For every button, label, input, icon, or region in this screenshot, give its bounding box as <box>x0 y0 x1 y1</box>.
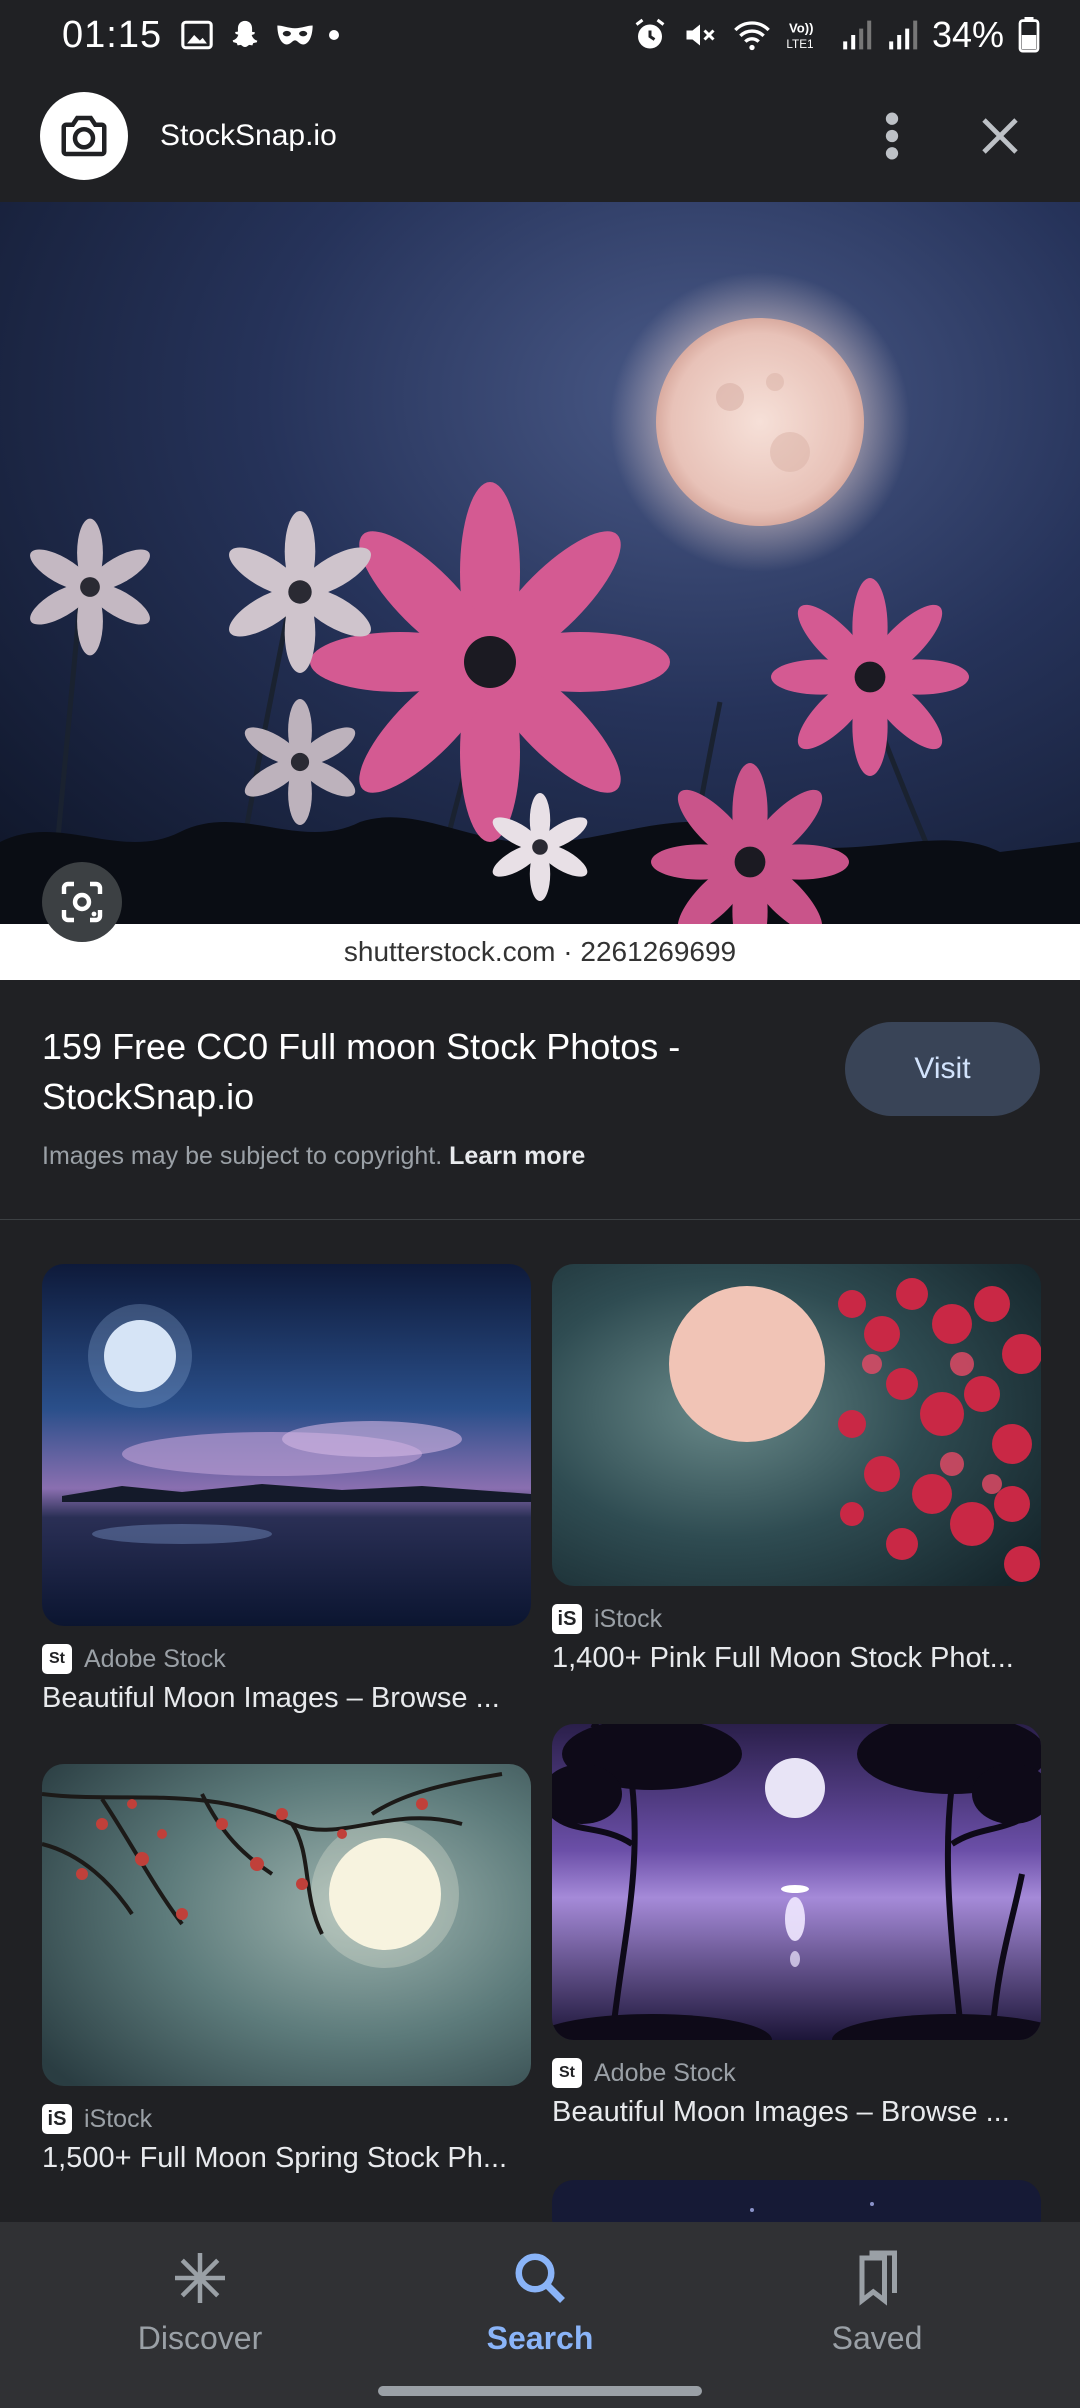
asterisk-icon <box>175 2253 225 2303</box>
result-thumbnail <box>552 1264 1041 1586</box>
battery-icon <box>1018 17 1040 53</box>
bottom-navigation: Discover Search Saved <box>0 2222 1080 2408</box>
result-card[interactable]: iS iStock 1,400+ Pink Full Moon Stock Ph… <box>552 1264 1041 1675</box>
result-card[interactable]: iS iStock 1,500+ Full Moon Spring Stock … <box>42 1764 531 2175</box>
nav-saved[interactable]: Saved <box>767 2248 987 2357</box>
wifi-icon <box>734 21 770 51</box>
learn-more-link[interactable]: Learn more <box>449 1142 585 1170</box>
status-system-icons: Vo)) LTE1 34% <box>632 14 1040 56</box>
result-source-name: Adobe Stock <box>84 1644 226 1673</box>
result-card-title[interactable]: Beautiful Moon Images – Browse ... <box>552 2096 1041 2129</box>
watermark-text: shutterstock.com · 2261269699 <box>343 936 737 967</box>
result-source-name: iStock <box>594 1604 663 1633</box>
signal-icon-1 <box>843 20 872 50</box>
bookmarks-icon <box>859 2250 897 2306</box>
result-thumbnail <box>552 2180 1041 2222</box>
adobe-stock-logo-icon: St <box>552 2058 582 2088</box>
result-source-name: iStock <box>84 2104 153 2133</box>
result-thumbnail <box>552 1724 1041 2040</box>
copyright-notice: Images may be subject to copyright. Lear… <box>42 1142 585 1171</box>
dot-icon <box>329 30 340 40</box>
result-info: 159 Free CC0 Full moon Stock Photos - St… <box>0 980 1080 1220</box>
lens-icon <box>61 881 103 923</box>
result-source: iS iStock <box>42 2104 531 2134</box>
volte-icon: Vo)) LTE1 <box>786 20 813 51</box>
svg-text:Vo)): Vo)) <box>789 20 813 35</box>
gallery-icon <box>181 20 213 50</box>
result-source-name: Adobe Stock <box>594 2058 736 2087</box>
moon-flowers-photo <box>0 202 1080 980</box>
header-actions <box>884 111 1020 161</box>
visit-button[interactable]: Visit <box>845 1022 1040 1116</box>
result-card[interactable] <box>552 2180 1041 2222</box>
nav-discover[interactable]: Discover <box>90 2248 310 2357</box>
lens-search-button[interactable] <box>42 862 122 942</box>
home-indicator[interactable] <box>378 2386 702 2396</box>
related-results-grid: St Adobe Stock Beautiful Moon Images – B… <box>0 1220 1080 2222</box>
copyright-text: Images may be subject to copyright. <box>42 1142 450 1170</box>
hero-image[interactable]: shutterstock.com · 2261269699 <box>0 202 1080 980</box>
signal-icon-2 <box>889 20 918 50</box>
status-time: 01:15 <box>62 13 163 56</box>
site-name[interactable]: StockSnap.io <box>160 119 337 153</box>
more-options-icon[interactable] <box>884 111 900 161</box>
result-title[interactable]: 159 Free CC0 Full moon Stock Photos - St… <box>42 1022 742 1122</box>
result-source: St Adobe Stock <box>42 1644 531 1674</box>
result-card[interactable]: St Adobe Stock Beautiful Moon Images – B… <box>42 1264 531 1715</box>
result-thumbnail <box>42 1764 531 2086</box>
istock-logo-icon: iS <box>552 1604 582 1634</box>
result-card-title[interactable]: Beautiful Moon Images – Browse ... <box>42 1682 531 1715</box>
close-icon[interactable] <box>980 116 1020 156</box>
result-source: iS iStock <box>552 1604 1041 1634</box>
adobe-stock-logo-icon: St <box>42 1644 72 1674</box>
result-source: St Adobe Stock <box>552 2058 1041 2088</box>
snapchat-icon <box>232 20 258 48</box>
search-icon <box>515 2253 565 2303</box>
nav-saved-label: Saved <box>831 2320 923 2356</box>
result-card[interactable]: St Adobe Stock Beautiful Moon Images – B… <box>552 1724 1041 2129</box>
status-notification-icons <box>180 18 340 52</box>
mute-icon <box>686 24 715 46</box>
result-thumbnail <box>42 1264 531 1626</box>
watermark-strip: shutterstock.com · 2261269699 <box>0 924 1080 980</box>
site-avatar[interactable] <box>40 92 128 180</box>
camera-icon <box>61 115 107 157</box>
svg-text:LTE1: LTE1 <box>786 38 813 51</box>
result-card-title[interactable]: 1,500+ Full Moon Spring Stock Ph... <box>42 2142 531 2175</box>
istock-logo-icon: iS <box>42 2104 72 2134</box>
battery-percentage: 34% <box>931 14 1004 55</box>
nav-discover-label: Discover <box>137 2320 263 2356</box>
mask-icon <box>277 25 313 45</box>
nav-search-label: Search <box>486 2320 594 2356</box>
status-bar: 01:15 Vo)) LTE1 34% <box>0 0 1080 70</box>
result-card-title[interactable]: 1,400+ Pink Full Moon Stock Phot... <box>552 1642 1041 1675</box>
alarm-icon <box>635 18 665 49</box>
nav-search[interactable]: Search <box>430 2248 650 2357</box>
header: StockSnap.io <box>0 70 1080 202</box>
